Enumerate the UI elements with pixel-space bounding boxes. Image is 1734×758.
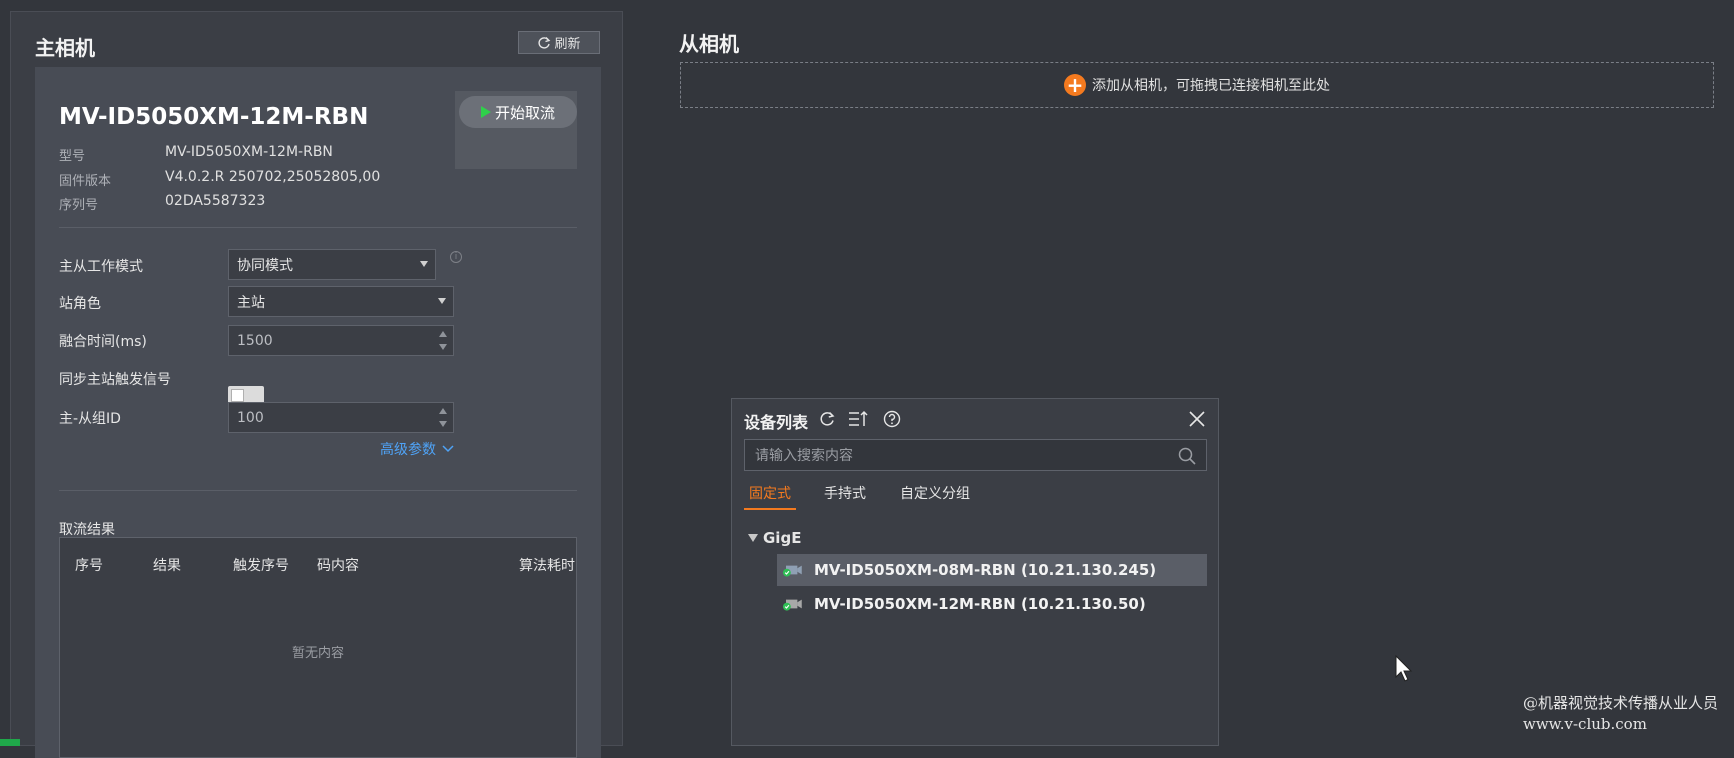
help-icon[interactable] [882,409,902,429]
play-icon [480,106,491,118]
refresh-icon[interactable] [817,409,837,429]
results-title: 取流结果 [59,522,115,538]
tab-custom-group[interactable]: 自定义分组 [900,483,970,508]
master-camera-panel: 主相机 刷新 MV-ID5050XM-12M-RBN 型号 MV-ID5050X… [10,11,623,758]
group-name: GigE [763,529,802,547]
chevron-down-icon [438,298,446,304]
search-icon[interactable] [1178,447,1196,465]
increment-icon[interactable] [439,331,447,337]
work-mode-label: 主从工作模式 [59,259,143,275]
chevron-down-icon [442,445,454,453]
increment-icon[interactable] [439,408,447,414]
station-role-select[interactable]: 主站 [228,286,454,317]
results-table: 序号 结果 触发序号 码内容 算法耗时 暂无内容 [59,537,577,758]
mouse-cursor-icon [1395,655,1413,682]
camera-connected-icon [782,599,802,611]
device-label: MV-ID5050XM-08M-RBN (10.21.130.245) [814,561,1157,579]
device-label: MV-ID5050XM-12M-RBN (10.21.130.50) [814,595,1146,613]
group-id-value: 100 [237,409,264,426]
chevron-down-icon [420,261,428,267]
divider [59,490,577,491]
station-role-label: 站角色 [59,296,101,312]
start-stream-label: 开始取流 [494,103,555,122]
group-id-label: 主-从组ID [59,411,121,427]
status-indicator [0,739,20,746]
refresh-button-label: 刷新 [554,37,581,52]
column-header: 码内容 [317,558,359,574]
serial-value: 02DA5587323 [165,193,266,209]
work-mode-select[interactable]: 协同模式 [228,249,436,280]
add-icon: + [1064,74,1086,96]
model-value: MV-ID5050XM-12M-RBN [165,144,333,160]
empty-placeholder: 暂无内容 [291,646,344,661]
add-slave-dropzone[interactable]: + 添加从相机，可拖拽已连接相机至此处 [680,62,1714,108]
advanced-params-link[interactable]: 高级参数 [380,439,454,459]
column-header: 序号 [75,558,103,574]
add-slave-hint: 添加从相机，可拖拽已连接相机至此处 [1092,78,1330,94]
model-label: 型号 [59,149,86,164]
refresh-icon [538,36,551,49]
device-list-title: 设备列表 [744,413,809,432]
sort-icon[interactable] [848,409,868,429]
serial-label: 序列号 [59,198,99,213]
device-row[interactable]: MV-ID5050XM-08M-RBN (10.21.130.245) [777,554,1207,586]
device-list-panel: 设备列表 固定式 手持式 自定义分组 GigE MV-ID5050XM-08M-… [731,398,1219,746]
column-header: 算法耗时 [519,558,575,574]
fusion-time-input[interactable]: 1500 [228,325,454,356]
close-icon[interactable] [1187,409,1207,429]
start-stream-button[interactable]: 开始取流 [459,96,577,128]
fusion-time-value: 1500 [237,332,273,349]
master-device-card: MV-ID5050XM-12M-RBN 型号 MV-ID5050XM-12M-R… [35,67,601,758]
advanced-params-label: 高级参数 [380,442,436,458]
station-role-value: 主站 [237,294,265,311]
info-icon[interactable]: i [450,251,462,263]
firmware-label: 固件版本 [59,174,112,189]
device-row[interactable]: MV-ID5050XM-12M-RBN (10.21.130.50) [777,588,1207,620]
master-panel-title: 主相机 [35,36,95,60]
decrement-icon[interactable] [439,344,447,350]
tab-handheld[interactable]: 手持式 [824,483,866,508]
divider [59,227,577,228]
search-input[interactable] [745,440,1177,472]
column-header: 触发序号 [233,558,289,574]
firmware-value: V4.0.2.R 250702,25052805,00 [165,169,381,185]
camera-connected-icon [782,565,802,577]
refresh-button[interactable]: 刷新 [518,31,600,54]
watermark-line-1: @机器视觉技术传播从业人员 [1523,694,1719,712]
device-name: MV-ID5050XM-12M-RBN [59,104,369,130]
column-header: 结果 [153,558,181,574]
toggle-knob [231,389,244,402]
caret-down-icon [748,534,758,542]
sync-trigger-label: 同步主站触发信号 [59,372,171,388]
slave-panel-title: 从相机 [679,32,739,56]
group-id-input[interactable]: 100 [228,402,454,433]
search-box [744,439,1207,472]
fusion-time-label: 融合时间(ms) [59,334,147,350]
group-gige[interactable]: GigE [748,529,801,547]
tab-fixed[interactable]: 固定式 [744,483,796,510]
decrement-icon[interactable] [439,421,447,427]
work-mode-value: 协同模式 [237,257,293,274]
watermark-line-2: www.v-club.com [1523,715,1647,733]
